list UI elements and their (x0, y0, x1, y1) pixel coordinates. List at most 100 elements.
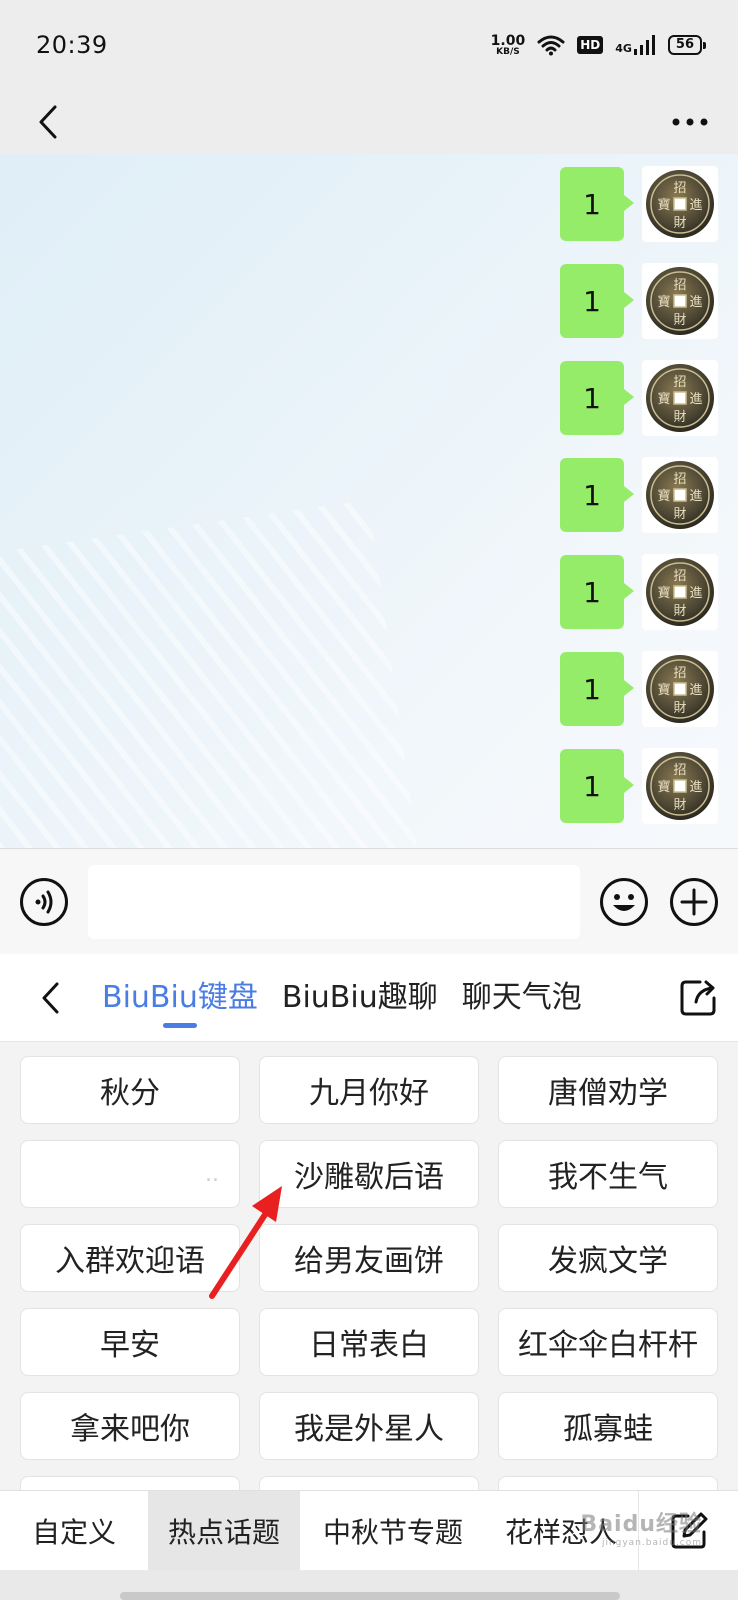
svg-text:財: 財 (673, 216, 686, 231)
svg-text:寶: 寶 (657, 197, 670, 213)
message-bubble[interactable]: 1 (560, 652, 634, 726)
svg-text:招: 招 (673, 763, 686, 778)
message-row: 1 招 進 財 寶 (560, 360, 718, 436)
avatar[interactable]: 招 進 財 寶 (642, 457, 718, 533)
svg-text:進: 進 (689, 489, 702, 504)
svg-text:財: 財 (673, 507, 686, 522)
phrase-item[interactable]: 秋分 (20, 1056, 240, 1124)
phrase-item[interactable]: 拿来吧你 (20, 1392, 240, 1460)
message-row: 1 招 進 財 寶 (560, 166, 718, 242)
coin-avatar-icon: 招 進 財 寶 (646, 558, 714, 626)
phrase-item[interactable]: 九月你好 (259, 1056, 479, 1124)
battery-indicator: 56 (667, 35, 707, 55)
svg-text:招: 招 (673, 666, 686, 681)
more-functions-button[interactable] (668, 876, 720, 928)
wechat-chat-screen: 20:39 1.00 KB/S HD 4G 56 1 招 進 財 寶 1 招 進… (0, 0, 738, 1600)
svg-text:進: 進 (689, 780, 702, 795)
svg-text:招: 招 (673, 375, 686, 390)
message-bubble[interactable]: 1 (560, 555, 634, 629)
network-speed: 1.00 KB/S (491, 34, 526, 57)
watermark-site: jingyan.baidu.com (601, 1538, 702, 1548)
phrase-item[interactable]: 我不生气 (498, 1140, 718, 1208)
message-bubble[interactable]: 1 (560, 458, 634, 532)
phrase-item[interactable]: 沙雕歇后语 (259, 1140, 479, 1208)
svg-text:財: 財 (673, 604, 686, 619)
emoji-button[interactable] (598, 876, 650, 928)
baidu-watermark: Baidu经验 jingyan.baidu.com (580, 1506, 702, 1548)
background-light-streaks (0, 499, 427, 848)
message-bubble[interactable]: 1 (560, 167, 634, 241)
network-speed-value: 1.00 (490, 32, 526, 49)
phrase-item[interactable]: 孤寡蛙 (498, 1392, 718, 1460)
avatar[interactable]: 招 進 財 寶 (642, 166, 718, 242)
message-row: 1 招 進 財 寶 (560, 457, 718, 533)
svg-text:財: 財 (673, 313, 686, 328)
phrase-item-partial[interactable] (498, 1476, 718, 1490)
tab-chat-bubble[interactable]: 聊天气泡 (460, 954, 584, 1042)
watermark-brand: Baidu经验 (580, 1512, 702, 1537)
phrase-item-partial[interactable] (259, 1476, 479, 1490)
phrase-item[interactable]: 红伞伞白杆杆 (498, 1308, 718, 1376)
keyboard-plugin-header: BiuBiu键盘 BiuBiu趣聊 聊天气泡 (0, 954, 738, 1042)
phrase-item[interactable]: 给男友画饼 (259, 1224, 479, 1292)
voice-icon (20, 877, 68, 926)
category-custom[interactable]: 自定义 (0, 1491, 148, 1570)
avatar[interactable]: 招 進 財 寶 (642, 748, 718, 824)
gesture-bar (0, 1570, 738, 1600)
svg-text:寶: 寶 (657, 779, 670, 795)
avatar[interactable]: 招 進 財 寶 (642, 360, 718, 436)
svg-text:寶: 寶 (657, 294, 670, 310)
more-button[interactable] (666, 98, 714, 146)
phrase-item[interactable]: 入群欢迎语 (20, 1224, 240, 1292)
svg-text:進: 進 (689, 683, 702, 698)
chat-message-list[interactable]: 1 招 進 財 寶 1 招 進 財 寶 1 招 進 財 寶 1 招 進 財 寶 … (0, 154, 738, 848)
tab-biubiu-keyboard[interactable]: BiuBiu键盘 (100, 954, 260, 1042)
phrase-item[interactable]: 唐僧劝学 (498, 1056, 718, 1124)
status-indicators: 1.00 KB/S HD 4G 56 (491, 34, 707, 57)
message-row: 1 招 進 財 寶 (560, 748, 718, 824)
signal-bars-icon (633, 35, 655, 55)
svg-text:進: 進 (689, 586, 702, 601)
chat-input-bar (0, 848, 738, 954)
phrase-item-obscured[interactable]: .. (20, 1140, 240, 1208)
coin-avatar-icon: 招 進 財 寶 (646, 655, 714, 723)
home-indicator[interactable] (120, 1592, 620, 1600)
phrase-item[interactable]: 早安 (20, 1308, 240, 1376)
category-mid-autumn[interactable]: 中秋节专题 (300, 1491, 486, 1570)
svg-text:招: 招 (673, 278, 686, 293)
coin-avatar-icon: 招 進 財 寶 (646, 752, 714, 820)
keyboard-back-button[interactable] (0, 954, 100, 1042)
wifi-icon (537, 35, 565, 56)
svg-text:寶: 寶 (657, 585, 670, 601)
avatar[interactable]: 招 進 財 寶 (642, 263, 718, 339)
emoji-icon (600, 877, 648, 926)
network-speed-unit: KB/S (496, 46, 520, 57)
phrase-item[interactable]: 我是外星人 (259, 1392, 479, 1460)
chevron-left-icon (42, 982, 59, 1013)
chevron-left-icon (39, 105, 57, 139)
svg-text:招: 招 (673, 472, 686, 487)
hd-badge: HD (577, 36, 604, 54)
coin-avatar-icon: 招 進 財 寶 (646, 461, 714, 529)
category-hot-topics[interactable]: 热点话题 (148, 1491, 300, 1570)
phrase-item[interactable]: 日常表白 (259, 1308, 479, 1376)
share-button[interactable] (658, 954, 738, 1042)
phrase-item[interactable]: 发疯文学 (498, 1224, 718, 1292)
phrase-grid: 秋分 九月你好 唐僧劝学 .. 沙雕歇后语 我不生气 入群欢迎语 给男友画饼 发… (0, 1042, 738, 1490)
cellular-signal-icon: 4G (615, 35, 656, 55)
network-type: 4G (615, 42, 632, 55)
message-input[interactable] (88, 864, 580, 939)
tab-biubiu-chat[interactable]: BiuBiu趣聊 (280, 954, 440, 1042)
avatar[interactable]: 招 進 財 寶 (642, 651, 718, 727)
voice-input-button[interactable] (18, 876, 70, 928)
message-row: 1 招 進 財 寶 (560, 263, 718, 339)
phrase-item-partial[interactable] (20, 1476, 240, 1490)
message-bubble[interactable]: 1 (560, 264, 634, 338)
message-bubble[interactable]: 1 (560, 361, 634, 435)
message-bubble[interactable]: 1 (560, 749, 634, 823)
message-row: 1 招 進 財 寶 (560, 554, 718, 630)
avatar[interactable]: 招 進 財 寶 (642, 554, 718, 630)
status-bar: 20:39 1.00 KB/S HD 4G 56 (0, 0, 738, 90)
coin-avatar-icon: 招 進 財 寶 (646, 170, 714, 238)
back-button[interactable] (24, 98, 72, 146)
